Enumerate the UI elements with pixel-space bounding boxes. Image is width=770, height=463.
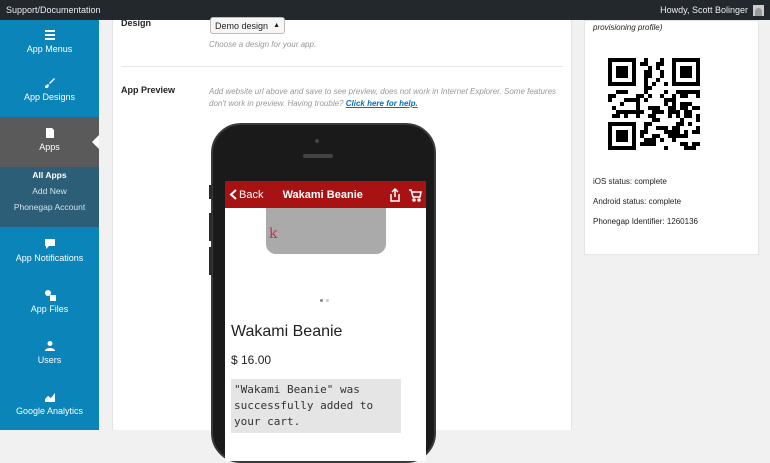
avatar [753,4,764,16]
menu-item-app-notifications[interactable]: App Notifications [0,235,99,277]
back-label: Back [239,188,264,201]
menu-item-label: Google Analytics [15,406,84,416]
mute-switch [209,185,212,199]
image-carousel-dots[interactable] [320,299,329,302]
menu-item-label: App Notifications [15,253,84,263]
product-name: Wakami Beanie [231,323,343,340]
menu-item-app-menus[interactable]: App Menus [0,24,99,64]
user-icon [44,341,55,351]
chevron-left-icon [229,189,237,200]
design-select[interactable]: Demo design ▲ [210,17,285,34]
menu-item-users[interactable]: Users [0,337,99,379]
main-content: Design Demo design ▲ Choose a design for… [112,17,572,463]
camera-dot [315,139,319,143]
qr-code [608,58,700,150]
menu-item-apps[interactable]: Apps [0,117,99,167]
chart-icon [44,393,55,402]
product-price: $ 16.00 [231,353,272,367]
product-image[interactable]: k [225,208,426,255]
beanie-graphic [265,208,386,254]
app-status-panel: provisioning profile) iOS status: comple… [584,20,759,255]
media-icon [44,290,56,301]
design-hint: Choose a design for your app. [209,40,317,49]
provisioning-text: provisioning profile) [593,23,663,32]
share-icon[interactable] [388,187,402,202]
preview-hint: Add website url above and save to see pr… [209,86,569,110]
menu-item-label: Apps [39,142,60,152]
cart-notice: "Wakami Beanie" was successfully added t… [231,379,401,433]
app-preview-label: App Preview [121,85,176,95]
submenu-all-apps[interactable]: All Apps [0,167,99,183]
active-menu-arrow [92,135,99,149]
cart-icon[interactable] [408,188,422,202]
menu-item-label: App Menus [26,44,73,54]
submenu-add-new[interactable]: Add New [0,183,99,199]
admin-sidebar: App Menus App Designs Apps All Apps Add … [0,20,99,430]
admin-bar: Support/Documentation Howdy, Scott Bolin… [0,0,770,20]
divider [121,66,563,67]
design-select-value: Demo design [215,20,269,31]
back-button[interactable]: Back [229,189,263,201]
phone-frame: Back Wakami Beanie k Wakami Beanie $ 16.… [209,123,436,463]
ios-status: iOS status: complete [593,177,667,186]
list-icon [44,30,55,40]
menu-item-label: App Designs [23,92,76,102]
app-header: Back Wakami Beanie [225,181,426,208]
support-documentation-link[interactable]: Support/Documentation [6,5,101,15]
howdy-text: Howdy, Scott Bolinger [660,5,748,15]
document-icon [45,128,54,138]
brush-icon [44,78,55,88]
apps-submenu: All Apps Add New Phonegap Account [0,167,99,227]
design-label: Design [121,18,152,28]
beanie-logo: k [269,226,278,242]
help-link[interactable]: Click here for help. [346,99,418,108]
volume-down-button [209,247,212,275]
menu-item-google-analytics[interactable]: Google Analytics [0,388,99,428]
menu-item-label: Users [37,355,62,365]
select-arrows-icon: ▲ [273,22,280,29]
menu-item-label: App Files [30,304,69,314]
menu-item-app-designs[interactable]: App Designs [0,72,99,117]
app-title: Wakami Beanie [282,188,363,201]
account-menu[interactable]: Howdy, Scott Bolinger [660,4,764,16]
preview-hint-text: Add website url above and save to see pr… [209,87,502,96]
phonegap-identifier: Phonegap Identifier: 1260136 [593,217,698,226]
android-status: Android status: complete [593,197,682,206]
menu-item-app-files[interactable]: App Files [0,286,99,328]
phone-screen: Back Wakami Beanie k Wakami Beanie $ 16.… [225,181,426,461]
volume-up-button [209,213,212,241]
speaker-grille [303,154,333,158]
chat-icon [44,239,55,249]
submenu-phonegap-account[interactable]: Phonegap Account [0,199,99,215]
